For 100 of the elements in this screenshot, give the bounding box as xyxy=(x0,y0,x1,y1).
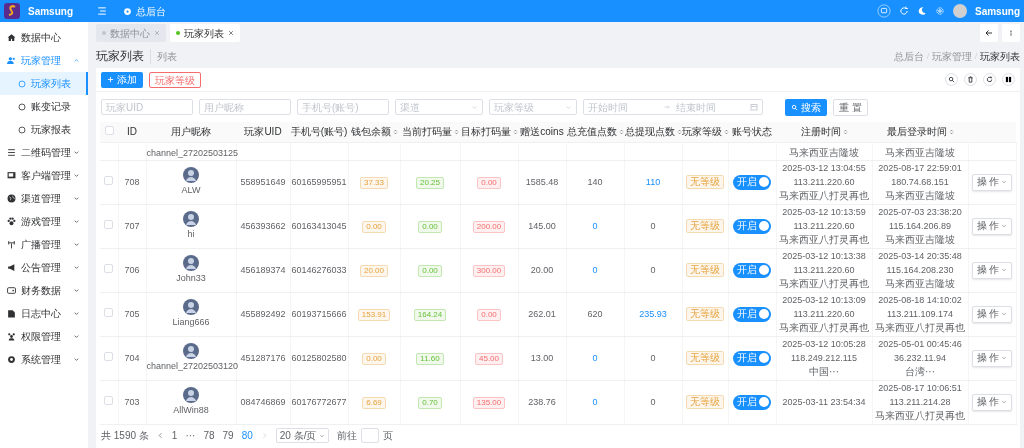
row-checkbox[interactable] xyxy=(104,308,114,317)
arrow-right-icon xyxy=(662,104,671,110)
chevron-down-icon xyxy=(319,432,326,439)
sidebar-item[interactable]: 数据中心 xyxy=(0,26,88,49)
wallet-icon xyxy=(7,286,16,295)
paw-icon xyxy=(7,217,16,226)
table-cell-text: 马来西亚吉隆坡 xyxy=(884,233,956,247)
row-checkbox[interactable] xyxy=(104,352,114,361)
row-checkbox[interactable] xyxy=(104,396,114,405)
sidebar-item[interactable]: 游戏管理 xyxy=(0,210,88,233)
amount-tag: 0.00 xyxy=(477,309,501,321)
table-cell: 马来西亚吉隆坡 xyxy=(885,146,955,158)
next-icon[interactable] xyxy=(260,432,268,439)
table-cell-text: 084746869 xyxy=(239,396,287,409)
page-size-select[interactable]: 20 条/页 xyxy=(275,428,330,443)
arrow-left-icon xyxy=(985,29,993,37)
sidebar-item[interactable]: 日志中心 xyxy=(0,302,88,325)
chat-icon[interactable] xyxy=(877,4,891,18)
amount-tag: 0.00 xyxy=(362,221,386,233)
refresh-button[interactable] xyxy=(983,73,996,86)
sidebar-item[interactable]: 渠道管理 xyxy=(0,187,88,210)
level-tag: 无等级 xyxy=(686,395,724,409)
sidebar-item[interactable]: 客户端管理 xyxy=(0,164,88,187)
menu-icon[interactable] xyxy=(97,6,107,16)
page-link[interactable]: ··· xyxy=(185,428,196,443)
column-header[interactable]: 当前打码量 xyxy=(401,124,459,140)
table-cell-text: ALW xyxy=(180,184,202,197)
columns-button[interactable] xyxy=(1002,73,1015,86)
prev-icon[interactable] xyxy=(156,432,164,439)
column-header[interactable]: 总提现点数 xyxy=(624,124,682,140)
table-cell-text: 马来西亚吉隆坡 xyxy=(884,277,956,291)
page-link[interactable]: 1 xyxy=(171,428,178,443)
action-dropdown[interactable]: 操 作 xyxy=(971,173,1013,191)
table-cell-text: 马来西亚八打灵再也 xyxy=(874,409,966,423)
circle-icon xyxy=(18,102,26,111)
search-button[interactable] xyxy=(945,73,958,86)
calendar-icon xyxy=(750,103,758,111)
column-header: ID xyxy=(127,125,137,140)
trash-icon xyxy=(967,76,974,83)
logo-icon xyxy=(4,3,20,19)
action-dropdown[interactable]: 操 作 xyxy=(971,217,1013,235)
page-label: 页 xyxy=(383,429,394,443)
search-icon xyxy=(948,76,955,83)
sort-icon xyxy=(676,127,682,136)
column-header: 账号状态 xyxy=(732,125,772,140)
column-header[interactable]: 总充值点数 xyxy=(566,124,624,140)
goto-label: 前往 xyxy=(337,429,358,443)
row-checkbox[interactable] xyxy=(104,176,114,185)
settings-icon[interactable] xyxy=(935,6,945,16)
avatar-icon[interactable] xyxy=(953,4,967,18)
page-link[interactable]: 78 xyxy=(203,428,215,443)
page-link[interactable]: 79 xyxy=(222,428,234,443)
sidebar-item[interactable]: 权限管理 xyxy=(0,325,88,348)
action-dropdown[interactable]: 操 作 xyxy=(971,261,1013,279)
more-button[interactable] xyxy=(1002,24,1020,42)
action-dropdown[interactable]: 操 作 xyxy=(971,349,1013,367)
sidebar-item[interactable]: 系统管理 xyxy=(0,348,88,371)
table-cell-text: AllWin88 xyxy=(172,404,210,417)
sidebar-item[interactable]: 财务数据 xyxy=(0,279,88,302)
back-button[interactable] xyxy=(980,24,998,42)
table-cell-text: 60125802580 xyxy=(290,352,348,365)
table-cell-text: 456189374 xyxy=(239,264,287,277)
sidebar-item[interactable]: 账变记录 xyxy=(0,95,88,118)
row-checkbox[interactable] xyxy=(104,264,114,273)
sort-icon xyxy=(453,127,459,136)
column-header[interactable]: 钱包余额 xyxy=(350,124,398,140)
table-cell-text: 0 xyxy=(591,264,599,277)
refresh-icon[interactable] xyxy=(899,6,909,16)
table-cell-text: 台湾··· xyxy=(904,365,936,379)
sidebar-item[interactable]: 二维码管理 xyxy=(0,141,88,164)
level-tag: 无等级 xyxy=(686,175,724,189)
expand-icon xyxy=(73,264,80,271)
amount-tag: 20.00 xyxy=(360,265,388,277)
column-header[interactable]: 目标打码量 xyxy=(460,124,518,140)
select-all-checkbox[interactable] xyxy=(104,126,114,136)
trash-button[interactable] xyxy=(964,73,977,86)
amount-tag: 0.00 xyxy=(418,265,442,277)
table-cell-text: 2025-08-17 10:06:51 xyxy=(877,382,963,395)
table-cell-text: 706 xyxy=(123,264,141,277)
users-icon xyxy=(7,56,16,65)
row-checkbox[interactable] xyxy=(104,220,114,229)
sidebar-item[interactable]: 公告管理 xyxy=(0,256,88,279)
avatar-icon xyxy=(183,211,199,227)
moon-icon[interactable] xyxy=(917,6,927,16)
table-cell-text: 20.00 xyxy=(529,264,555,277)
action-dropdown[interactable]: 操 作 xyxy=(971,393,1013,411)
table-cell-text: 2025-03-12 10:13:38 xyxy=(781,250,867,263)
table-cell-text: 2025-08-17 22:59:01 xyxy=(877,162,963,175)
sidebar-item[interactable]: 广播管理 xyxy=(0,233,88,256)
table-cell-text: 110 xyxy=(644,176,662,189)
page-input[interactable] xyxy=(361,428,380,443)
table-cell-text: 703 xyxy=(123,396,141,409)
sidebar-item[interactable]: 玩家报表 xyxy=(0,118,88,141)
page-tab[interactable]: 玩家列表 xyxy=(170,24,240,42)
sort-icon xyxy=(724,127,729,136)
amount-tag: 164.24 xyxy=(413,309,447,321)
action-dropdown[interactable]: 操 作 xyxy=(971,305,1013,323)
sort-icon xyxy=(948,127,954,136)
reset-button[interactable]: 重 置 xyxy=(833,98,868,116)
column-header[interactable]: 玩家等级 xyxy=(682,124,729,140)
